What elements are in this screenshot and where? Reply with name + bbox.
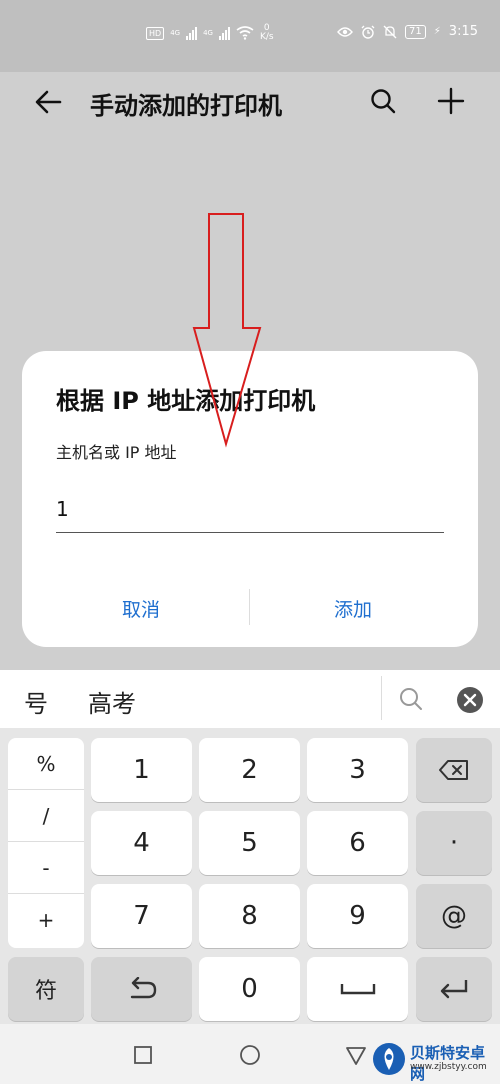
status-left: HD 4G 4G 0 K/s bbox=[146, 24, 274, 42]
key-0[interactable]: 0 bbox=[199, 957, 300, 1021]
ip-field-label: 主机名或 IP 地址 bbox=[56, 443, 177, 462]
battery-indicator: 71 bbox=[405, 24, 426, 39]
network-type-1: 4G bbox=[170, 29, 181, 37]
key-8[interactable]: 8 bbox=[199, 884, 300, 948]
key-5[interactable]: 5 bbox=[199, 811, 300, 875]
hd-badge: HD bbox=[146, 26, 165, 40]
undo-icon bbox=[130, 977, 156, 999]
numeric-keyboard: % / - + 1 2 3 4 5 6 · 7 8 9 @ 符 0 bbox=[0, 728, 500, 1024]
alarm-icon bbox=[361, 25, 375, 39]
status-right: 71 ⚡ 3:15 bbox=[337, 24, 478, 39]
symbol-key-minus[interactable]: - bbox=[8, 842, 84, 894]
watermark-url: www.zjbstyy.com bbox=[410, 1062, 487, 1072]
key-9[interactable]: 9 bbox=[307, 884, 408, 948]
enter-icon bbox=[440, 980, 468, 999]
backspace-key[interactable] bbox=[416, 738, 492, 802]
keyboard-suggestion-bar: 号 高考 bbox=[0, 670, 500, 728]
back-arrow-icon[interactable] bbox=[30, 84, 66, 120]
suggestion-divider bbox=[381, 676, 382, 720]
network-speed: 0 K/s bbox=[260, 24, 274, 42]
home-circle-icon[interactable] bbox=[239, 1044, 261, 1066]
symbol-key-slash[interactable]: / bbox=[8, 790, 84, 842]
wifi-icon bbox=[236, 26, 254, 40]
symbol-switch-key[interactable]: 符 bbox=[8, 957, 84, 1021]
watermark: 贝斯特安卓网 www.zjbstyy.com bbox=[372, 1042, 496, 1083]
key-7[interactable]: 7 bbox=[91, 884, 192, 948]
add-button[interactable]: 添加 bbox=[334, 595, 372, 622]
page-title: 手动添加的打印机 bbox=[90, 92, 282, 120]
keyboard-search-icon[interactable] bbox=[396, 684, 426, 714]
key-3[interactable]: 3 bbox=[307, 738, 408, 802]
at-key[interactable]: @ bbox=[416, 884, 492, 948]
add-icon[interactable] bbox=[434, 84, 468, 118]
symbol-key-plus[interactable]: + bbox=[8, 894, 84, 946]
recents-square-icon[interactable] bbox=[132, 1044, 154, 1066]
key-2[interactable]: 2 bbox=[199, 738, 300, 802]
key-1[interactable]: 1 bbox=[91, 738, 192, 802]
button-divider bbox=[249, 589, 250, 625]
space-key[interactable] bbox=[307, 957, 408, 1021]
key-6[interactable]: 6 bbox=[307, 811, 408, 875]
symbol-key-percent[interactable]: % bbox=[8, 738, 84, 790]
symbol-column: % / - + bbox=[8, 738, 84, 948]
key-4[interactable]: 4 bbox=[91, 811, 192, 875]
space-icon bbox=[340, 984, 375, 995]
eye-icon bbox=[337, 26, 353, 37]
status-bar: HD 4G 4G 0 K/s 71 ⚡ 3:15 bbox=[0, 0, 500, 72]
enter-key[interactable] bbox=[416, 957, 492, 1021]
network-speed-unit: K/s bbox=[259, 32, 274, 42]
suggestion-1[interactable]: 号 bbox=[24, 684, 48, 719]
search-icon[interactable] bbox=[366, 84, 400, 118]
signal-icon-2 bbox=[218, 26, 230, 40]
add-printer-dialog: 根据 IP 地址添加打印机 主机名或 IP 地址 取消 添加 bbox=[22, 351, 478, 647]
ip-address-input[interactable] bbox=[56, 491, 444, 533]
watermark-logo-icon bbox=[373, 1043, 405, 1075]
cancel-button[interactable]: 取消 bbox=[122, 595, 160, 622]
backspace-icon bbox=[439, 760, 468, 780]
app-bar: 手动添加的打印机 bbox=[0, 72, 500, 132]
clock: 3:15 bbox=[448, 24, 478, 39]
dot-key[interactable]: · bbox=[416, 811, 492, 875]
dialog-title: 根据 IP 地址添加打印机 bbox=[56, 387, 316, 415]
keyboard-close-icon[interactable] bbox=[456, 686, 484, 714]
signal-icon-1 bbox=[186, 26, 198, 40]
network-type-2: 4G bbox=[203, 29, 213, 37]
undo-key[interactable] bbox=[91, 957, 192, 1021]
charging-icon: ⚡ bbox=[433, 26, 441, 37]
suggestion-2[interactable]: 高考 bbox=[88, 684, 136, 719]
mute-bell-icon bbox=[383, 25, 397, 38]
back-triangle-icon[interactable] bbox=[345, 1044, 367, 1066]
